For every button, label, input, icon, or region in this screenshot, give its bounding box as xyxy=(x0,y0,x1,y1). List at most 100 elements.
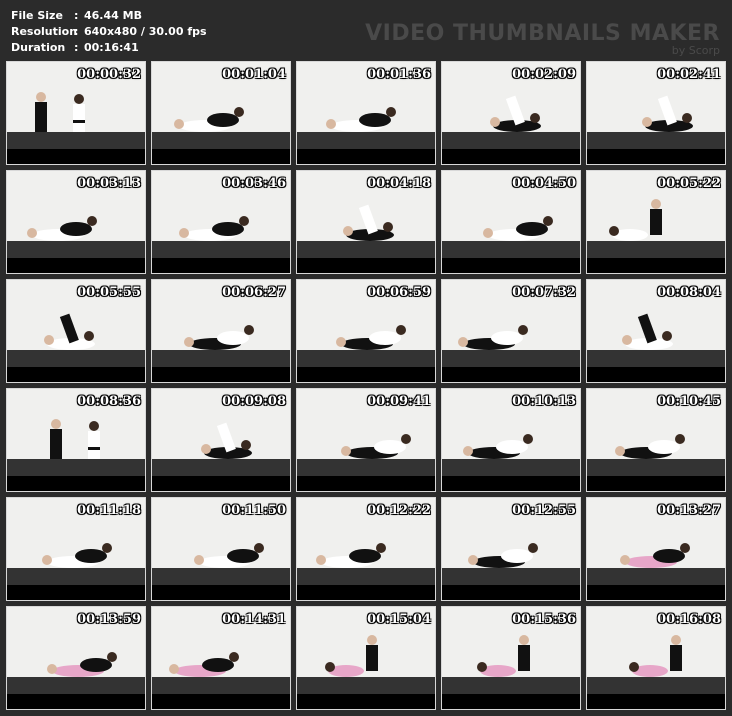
duration-label: Duration xyxy=(11,41,66,54)
letterbox xyxy=(442,149,580,164)
duration-row: Duration : 00:16:41 xyxy=(11,40,207,56)
thumbnail[interactable]: 00:07:32 xyxy=(441,279,581,383)
mat xyxy=(442,350,580,367)
thumbnail[interactable]: 00:01:36 xyxy=(296,61,436,165)
watermark: VIDEO THUMBNAILS MAKER by Scorp xyxy=(365,21,720,57)
thumbnail[interactable]: 00:00:32 xyxy=(6,61,146,165)
letterbox xyxy=(587,149,725,164)
file-size-label: File Size xyxy=(11,9,63,22)
mat xyxy=(152,241,290,258)
letterbox xyxy=(7,258,145,273)
duration-value: 00:16:41 xyxy=(84,41,139,54)
thumbnail[interactable]: 00:03:13 xyxy=(6,170,146,274)
mat xyxy=(442,132,580,149)
resolution-separator: : xyxy=(74,25,79,38)
thumbnail[interactable]: 00:12:22 xyxy=(296,497,436,601)
timestamp: 00:07:32 xyxy=(512,285,576,300)
thumbnail[interactable]: 00:14:31 xyxy=(151,606,291,710)
letterbox xyxy=(152,367,290,382)
thumbnail[interactable]: 00:08:36 xyxy=(6,388,146,492)
mat xyxy=(7,132,145,149)
thumbnail[interactable]: 00:09:41 xyxy=(296,388,436,492)
thumbnail[interactable]: 00:08:04 xyxy=(586,279,726,383)
letterbox xyxy=(587,694,725,709)
letterbox xyxy=(297,694,435,709)
thumbnail[interactable]: 00:13:59 xyxy=(6,606,146,710)
letterbox xyxy=(442,258,580,273)
thumbnail[interactable]: 00:16:08 xyxy=(586,606,726,710)
thumbnail[interactable]: 00:05:22 xyxy=(586,170,726,274)
timestamp: 00:15:04 xyxy=(367,612,431,627)
thumbnail[interactable]: 00:05:55 xyxy=(6,279,146,383)
mat xyxy=(297,459,435,476)
resolution-value: 640x480 / 30.00 fps xyxy=(84,25,207,38)
mat xyxy=(442,677,580,694)
duration-separator: : xyxy=(74,41,79,54)
resolution-row: Resolution : 640x480 / 30.00 fps xyxy=(11,24,207,40)
thumbnail[interactable]: 00:06:59 xyxy=(296,279,436,383)
mat xyxy=(587,568,725,585)
mat xyxy=(7,568,145,585)
thumbnail[interactable]: 00:03:46 xyxy=(151,170,291,274)
mat xyxy=(297,677,435,694)
letterbox xyxy=(587,585,725,600)
mat xyxy=(297,350,435,367)
letterbox xyxy=(587,476,725,491)
timestamp: 00:09:08 xyxy=(222,394,286,409)
timestamp: 00:01:04 xyxy=(222,67,286,82)
letterbox xyxy=(297,258,435,273)
letterbox xyxy=(297,585,435,600)
timestamp: 00:10:45 xyxy=(657,394,721,409)
mat xyxy=(152,568,290,585)
mat xyxy=(297,241,435,258)
letterbox xyxy=(587,258,725,273)
mat xyxy=(587,132,725,149)
letterbox xyxy=(442,367,580,382)
timestamp: 00:16:08 xyxy=(657,612,721,627)
thumbnail[interactable]: 00:06:27 xyxy=(151,279,291,383)
timestamp: 00:11:50 xyxy=(222,503,286,518)
thumbnail[interactable]: 00:10:13 xyxy=(441,388,581,492)
letterbox xyxy=(7,585,145,600)
thumbnail[interactable]: 00:04:50 xyxy=(441,170,581,274)
letterbox xyxy=(7,476,145,491)
mat xyxy=(587,677,725,694)
mat xyxy=(587,459,725,476)
timestamp: 00:00:32 xyxy=(77,67,141,82)
timestamp: 00:02:09 xyxy=(512,67,576,82)
letterbox xyxy=(152,476,290,491)
file-size-row: File Size : 46.44 MB xyxy=(11,8,207,24)
letterbox xyxy=(587,367,725,382)
thumbnail[interactable]: 00:02:09 xyxy=(441,61,581,165)
thumbnail[interactable]: 00:09:08 xyxy=(151,388,291,492)
timestamp: 00:13:27 xyxy=(657,503,721,518)
thumbnail[interactable]: 00:01:04 xyxy=(151,61,291,165)
thumbnail[interactable]: 00:11:18 xyxy=(6,497,146,601)
timestamp: 00:06:59 xyxy=(367,285,431,300)
thumbnail[interactable]: 00:15:36 xyxy=(441,606,581,710)
letterbox xyxy=(152,258,290,273)
mat xyxy=(152,132,290,149)
thumbnail[interactable]: 00:13:27 xyxy=(586,497,726,601)
thumbnail[interactable]: 00:15:04 xyxy=(296,606,436,710)
thumbnail-grid: 00:00:32 00:01:04 00:01:36 00:02:09 00:02:41… xyxy=(6,61,726,710)
letterbox xyxy=(297,149,435,164)
thumbnail[interactable]: 00:12:55 xyxy=(441,497,581,601)
mat xyxy=(152,677,290,694)
timestamp: 00:04:50 xyxy=(512,176,576,191)
mat xyxy=(7,677,145,694)
thumbnail[interactable]: 00:11:50 xyxy=(151,497,291,601)
letterbox xyxy=(152,149,290,164)
letterbox xyxy=(7,149,145,164)
thumbnail[interactable]: 00:04:18 xyxy=(296,170,436,274)
letterbox xyxy=(7,367,145,382)
timestamp: 00:12:55 xyxy=(512,503,576,518)
letterbox xyxy=(297,367,435,382)
file-size-value: 46.44 MB xyxy=(84,9,142,22)
file-size-separator: : xyxy=(74,9,79,22)
timestamp: 00:08:04 xyxy=(657,285,721,300)
thumbnail[interactable]: 00:10:45 xyxy=(586,388,726,492)
thumbnail[interactable]: 00:02:41 xyxy=(586,61,726,165)
letterbox xyxy=(7,694,145,709)
timestamp: 00:04:18 xyxy=(367,176,431,191)
